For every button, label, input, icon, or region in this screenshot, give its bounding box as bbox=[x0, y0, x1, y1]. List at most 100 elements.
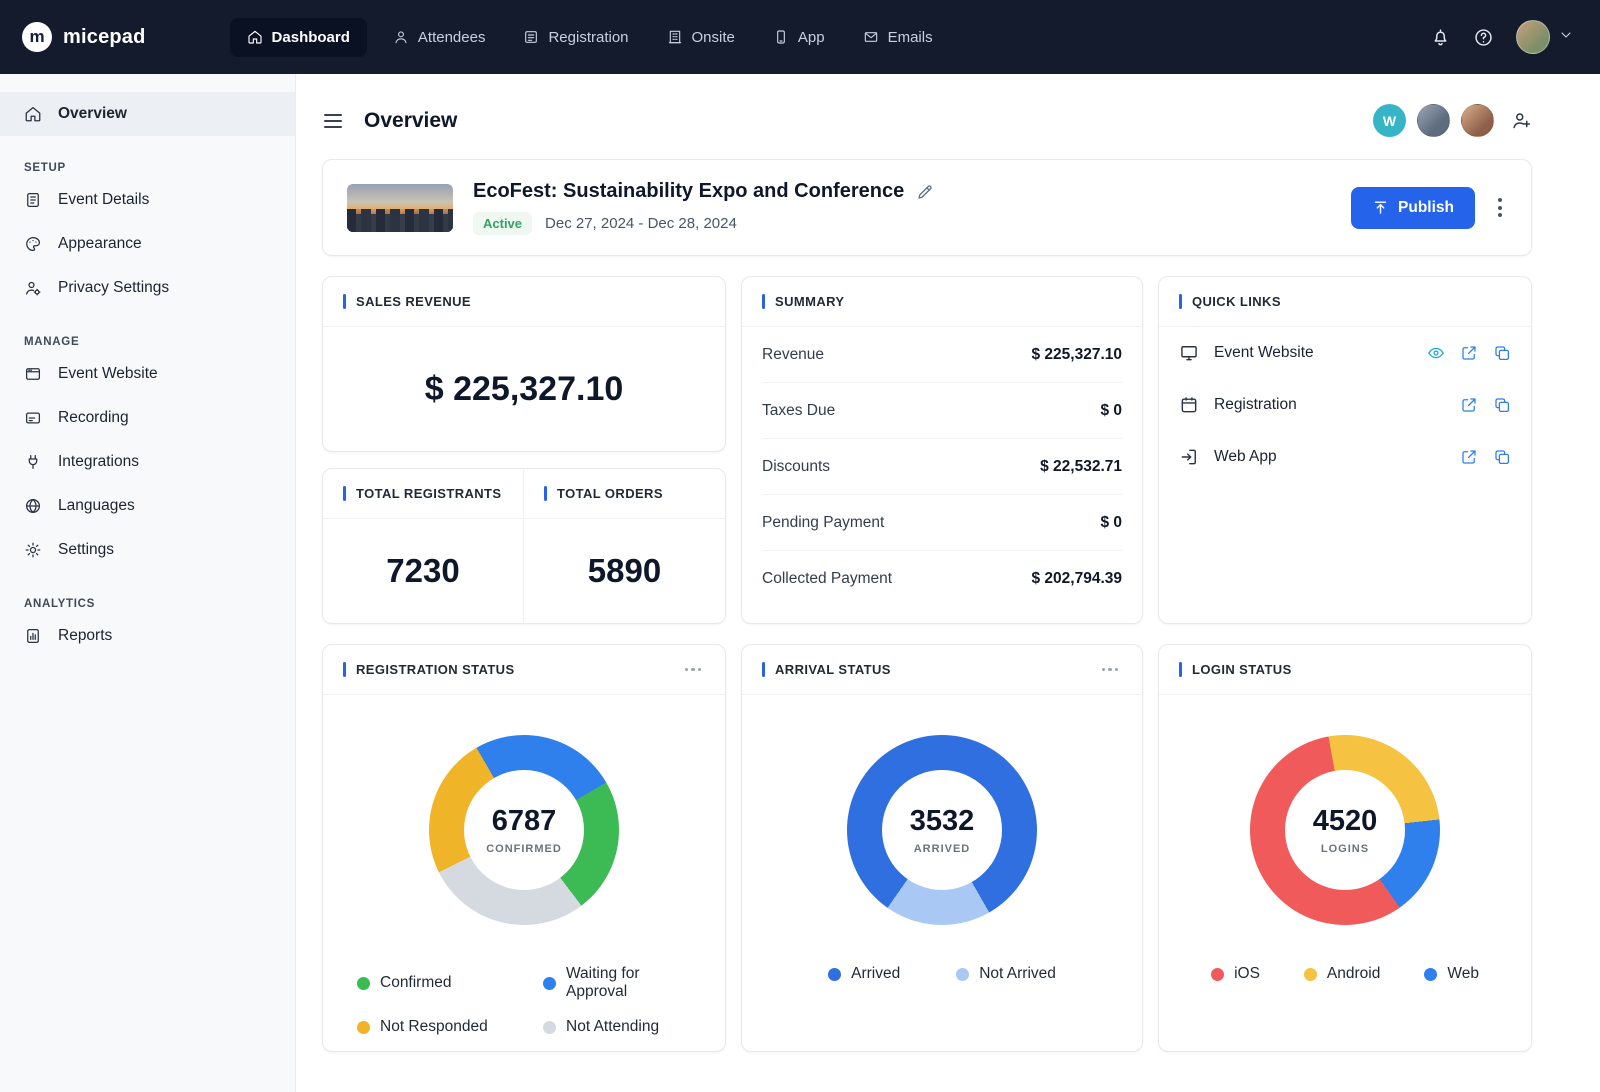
legend-dot bbox=[1211, 968, 1224, 981]
total-orders-value: 5890 bbox=[524, 519, 725, 623]
registration-donut-chart: 6787 CONFIRMED bbox=[429, 735, 619, 925]
sidebar-item-event-details[interactable]: Event Details bbox=[0, 178, 295, 222]
nav-item-dashboard[interactable]: Dashboard bbox=[230, 18, 367, 57]
chevron-down-icon bbox=[1558, 27, 1574, 48]
donut-center-value: 6787 bbox=[492, 805, 557, 838]
total-orders: TOTAL ORDERS 5890 bbox=[524, 469, 725, 623]
card-menu-icon[interactable] bbox=[681, 664, 706, 676]
open-external-icon[interactable] bbox=[1460, 396, 1478, 414]
main-content: Overview W EcoFest: Sustainability Expo … bbox=[296, 74, 1600, 1092]
open-external-icon[interactable] bbox=[1460, 344, 1478, 362]
gear-icon bbox=[24, 541, 42, 559]
nav-item-emails[interactable]: Emails bbox=[851, 18, 945, 57]
sidebar-item-appearance[interactable]: Appearance bbox=[0, 222, 295, 266]
open-external-icon[interactable] bbox=[1460, 448, 1478, 466]
accent-bar bbox=[1179, 662, 1182, 677]
notifications-bell-icon[interactable] bbox=[1430, 27, 1451, 48]
document-icon bbox=[24, 191, 42, 209]
publish-label: Publish bbox=[1398, 199, 1454, 217]
legend-label: Android bbox=[1327, 965, 1380, 983]
legend-dot bbox=[1304, 968, 1317, 981]
summary-value: $ 225,327.10 bbox=[1031, 346, 1122, 364]
arrival-status-card: ARRIVAL STATUS 3532 ARRIVED Arrived Not … bbox=[741, 644, 1143, 1052]
copy-link-icon[interactable] bbox=[1493, 448, 1511, 466]
card-title: QUICK LINKS bbox=[1192, 294, 1281, 309]
accent-bar bbox=[343, 294, 346, 309]
sidebar-item-integrations[interactable]: Integrations bbox=[0, 440, 295, 484]
copy-link-icon[interactable] bbox=[1493, 396, 1511, 414]
avatar-w[interactable]: W bbox=[1373, 104, 1406, 137]
accent-bar bbox=[762, 294, 765, 309]
card-title: SALES REVENUE bbox=[356, 294, 471, 309]
accent-bar bbox=[544, 486, 547, 501]
sidebar-label: Overview bbox=[58, 105, 127, 123]
topbar-actions bbox=[1430, 20, 1574, 54]
user-menu[interactable] bbox=[1516, 20, 1574, 54]
legend-dot bbox=[357, 1021, 370, 1034]
nav-item-app[interactable]: App bbox=[761, 18, 837, 57]
browser-icon bbox=[24, 365, 42, 383]
summary-value: $ 0 bbox=[1100, 514, 1122, 532]
donut-center-value: 4520 bbox=[1313, 805, 1378, 838]
summary-label: Revenue bbox=[762, 346, 824, 364]
add-person-icon[interactable] bbox=[1511, 110, 1532, 131]
sidebar-item-overview[interactable]: Overview bbox=[0, 92, 295, 136]
user-avatar bbox=[1516, 20, 1550, 54]
registration-legend: Confirmed Waiting for Approval Not Respo… bbox=[323, 965, 725, 1036]
legend-dot bbox=[543, 1021, 556, 1034]
donut-center-label: LOGINS bbox=[1321, 843, 1369, 855]
menu-toggle-icon[interactable] bbox=[322, 110, 344, 132]
preview-eye-icon[interactable] bbox=[1427, 344, 1445, 362]
palette-icon bbox=[24, 235, 42, 253]
card-title: LOGIN STATUS bbox=[1192, 662, 1292, 677]
quick-link-label: Event Website bbox=[1214, 344, 1314, 362]
quick-link-label: Registration bbox=[1214, 396, 1297, 414]
event-more-menu-icon[interactable] bbox=[1493, 193, 1507, 222]
summary-label: Discounts bbox=[762, 458, 830, 476]
card-title: ARRIVAL STATUS bbox=[775, 662, 891, 677]
home-icon bbox=[247, 29, 263, 45]
sidebar-item-languages[interactable]: Languages bbox=[0, 484, 295, 528]
sidebar-item-recording[interactable]: Recording bbox=[0, 396, 295, 440]
copy-link-icon[interactable] bbox=[1493, 344, 1511, 362]
legend-label: Not Arrived bbox=[979, 965, 1056, 983]
login-status-card: LOGIN STATUS 4520 LOGINS iOS Android Web bbox=[1158, 644, 1532, 1052]
sales-revenue-card: SALES REVENUE $ 225,327.10 bbox=[322, 276, 726, 452]
summary-label: Taxes Due bbox=[762, 402, 835, 420]
legend-label: Arrived bbox=[851, 965, 900, 983]
sidebar-item-reports[interactable]: Reports bbox=[0, 614, 295, 658]
publish-button[interactable]: Publish bbox=[1351, 187, 1475, 229]
avatar[interactable] bbox=[1417, 104, 1450, 137]
donut-center-label: CONFIRMED bbox=[486, 843, 562, 855]
micepad-logo-icon: m bbox=[22, 22, 52, 52]
sidebar-item-settings[interactable]: Settings bbox=[0, 528, 295, 572]
quick-link-event-website: Event Website bbox=[1159, 327, 1531, 379]
nav-label: Emails bbox=[888, 29, 933, 46]
avatar[interactable] bbox=[1461, 104, 1494, 137]
legend-label: Web bbox=[1447, 965, 1479, 983]
sidebar-item-privacy-settings[interactable]: Privacy Settings bbox=[0, 266, 295, 310]
summary-value: $ 0 bbox=[1100, 402, 1122, 420]
nav-item-registration[interactable]: Registration bbox=[511, 18, 640, 57]
calendar-icon bbox=[1179, 395, 1199, 415]
sidebar-item-event-website[interactable]: Event Website bbox=[0, 352, 295, 396]
home-icon bbox=[24, 105, 42, 123]
arrival-donut-chart: 3532 ARRIVED bbox=[847, 735, 1037, 925]
content-header: Overview W bbox=[322, 74, 1532, 159]
nav-label: Onsite bbox=[692, 29, 735, 46]
donut-center-label: ARRIVED bbox=[914, 843, 971, 855]
edit-pencil-icon[interactable] bbox=[916, 183, 934, 201]
help-icon[interactable] bbox=[1473, 27, 1494, 48]
total-registrants: TOTAL REGISTRANTS 7230 bbox=[323, 469, 524, 623]
nav-item-onsite[interactable]: Onsite bbox=[655, 18, 747, 57]
brand[interactable]: m micepad bbox=[22, 22, 146, 52]
nav-item-attendees[interactable]: Attendees bbox=[381, 18, 498, 57]
report-icon bbox=[24, 627, 42, 645]
summary-value: $ 202,794.39 bbox=[1031, 570, 1122, 588]
monitor-icon bbox=[1179, 343, 1199, 363]
card-menu-icon[interactable] bbox=[1098, 664, 1123, 676]
summary-row-pending: Pending Payment $ 0 bbox=[762, 495, 1122, 551]
sales-revenue-value: $ 225,327.10 bbox=[323, 327, 725, 451]
donut-center-value: 3532 bbox=[910, 805, 975, 838]
summary-card: SUMMARY Revenue $ 225,327.10 Taxes Due $… bbox=[741, 276, 1143, 624]
